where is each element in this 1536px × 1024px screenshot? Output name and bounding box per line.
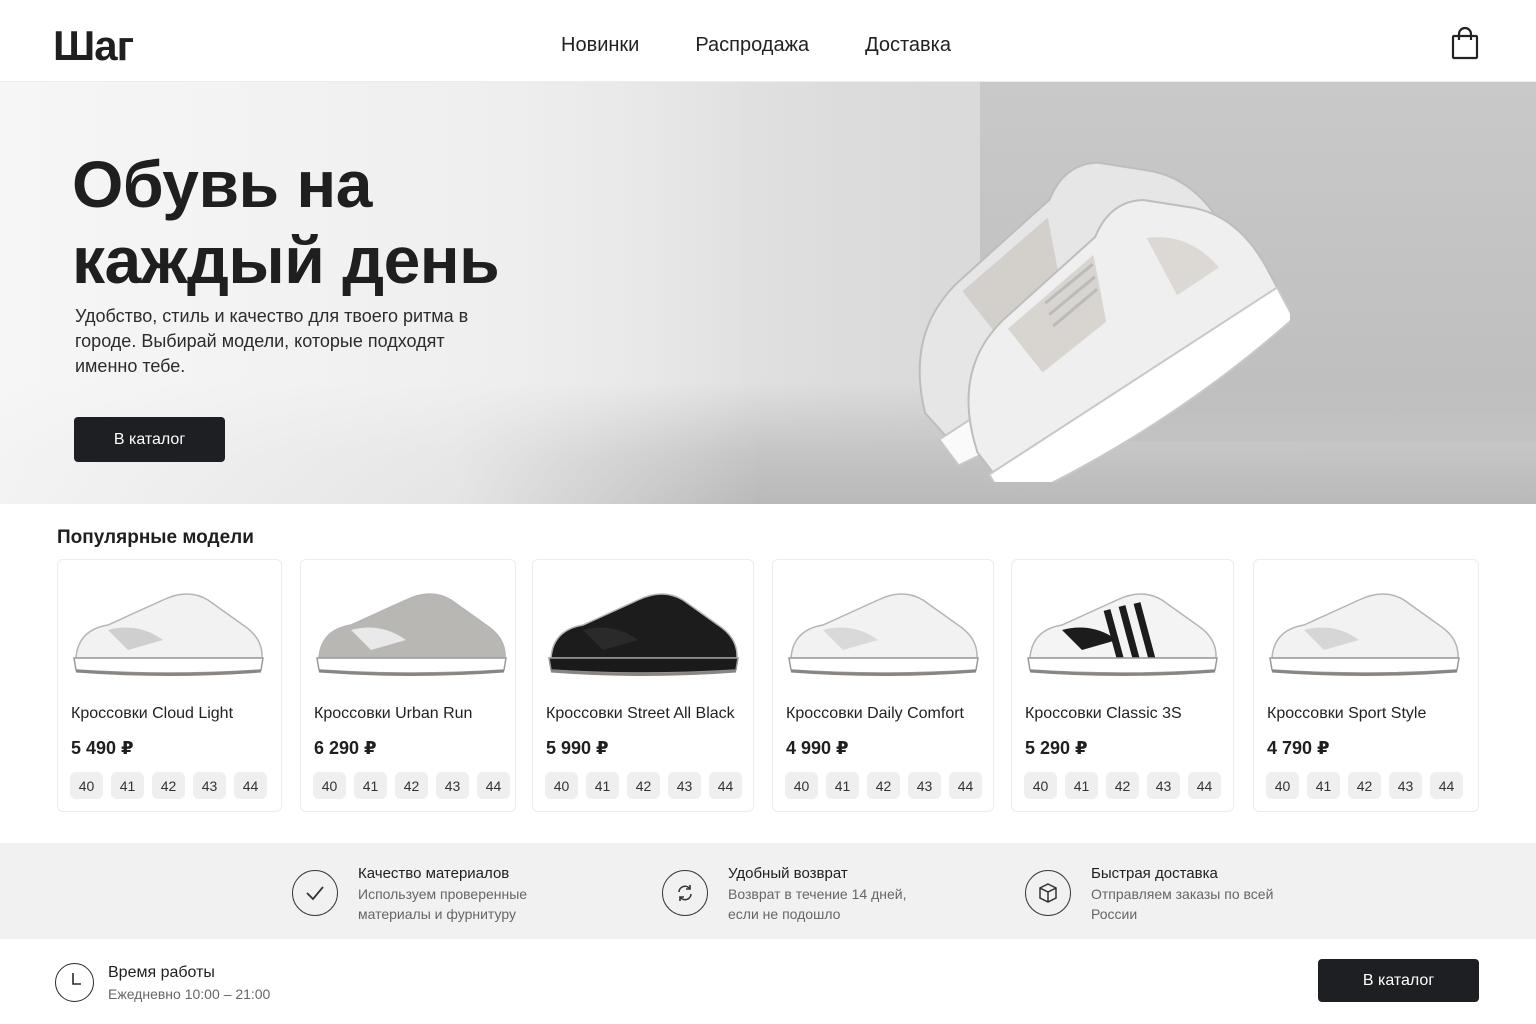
hero-title-line-2: каждый день — [72, 223, 500, 297]
size-options: 40 41 42 43 44 — [1266, 772, 1463, 799]
product-name[interactable]: Кроссовки Street All Black — [546, 705, 735, 723]
bottom-catalog-button[interactable]: В каталог — [1318, 959, 1479, 1002]
size-option[interactable]: 44 — [709, 772, 742, 799]
size-option[interactable]: 43 — [908, 772, 941, 799]
hero-sneakers-image — [918, 161, 1290, 482]
hero-banner: Обувь на каждый день Удобство, стиль и к… — [0, 82, 1536, 504]
product-name[interactable]: Кроссовки Daily Comfort — [786, 705, 964, 723]
size-option[interactable]: 40 — [785, 772, 818, 799]
product-card[interactable]: Кроссовки Urban Run 6 290 ₽ 40 41 42 43 44 — [300, 559, 516, 812]
working-hours-text: Ежедневно 10:00 – 21:00 — [108, 986, 271, 1002]
size-option[interactable]: 43 — [1147, 772, 1180, 799]
size-option[interactable]: 41 — [586, 772, 619, 799]
product-card[interactable]: Кроссовки Street All Black 5 990 ₽40 41 42 4… — [532, 559, 754, 812]
nav-link-new[interactable]: Новинки — [561, 34, 639, 57]
product-name[interactable]: Кроссовки Classic 3S — [1025, 705, 1182, 723]
size-option[interactable]: 41 — [354, 772, 387, 799]
nav-link-sale[interactable]: Распродажа — [695, 34, 809, 57]
feature-text: Используем проверенные материалы и фурни… — [358, 886, 528, 922]
hero-title: Обувь на каждый день — [72, 146, 632, 298]
size-option[interactable]: 40 — [1024, 772, 1057, 799]
product-card[interactable]: Кроссовки Classic 3S 5 290 ₽ 40 41 42 43 44 — [1011, 559, 1234, 812]
shopping-bag-icon[interactable] — [1450, 26, 1482, 62]
product-card[interactable]: Кроссовки Daily Comfort 4 990 ₽ 40 41 42 43 44 — [772, 559, 994, 812]
product-card[interactable]: Кроссовки Sport Style 4 790 ₽ 40 41 42 43 44 — [1253, 559, 1479, 812]
size-option[interactable]: 44 — [234, 772, 267, 799]
working-hours-title: Время работы — [108, 964, 215, 981]
product-image[interactable] — [1264, 570, 1464, 690]
size-option[interactable]: 41 — [111, 772, 144, 799]
nav-link-delivery[interactable]: Доставка — [865, 34, 951, 57]
product-price: 5 990 ₽ — [546, 738, 609, 758]
size-option[interactable]: 42 — [867, 772, 900, 799]
feature-title: Быстрая доставка — [1091, 865, 1218, 882]
site-header: Шаг Новинки Распродажа Доставка — [0, 0, 1536, 82]
size-option[interactable]: 42 — [627, 772, 660, 799]
product-name[interactable]: Кроссовки Urban Run — [314, 705, 472, 723]
feature-text: Отправляем заказы по всей России — [1091, 886, 1274, 922]
product-price: 6 290 ₽ — [314, 738, 377, 758]
size-option[interactable]: 41 — [1065, 772, 1098, 799]
size-option[interactable]: 42 — [1348, 772, 1381, 799]
product-image[interactable] — [68, 570, 268, 690]
check-icon — [292, 870, 338, 916]
size-option[interactable]: 42 — [1106, 772, 1139, 799]
size-option[interactable]: 42 — [395, 772, 428, 799]
size-option[interactable]: 40 — [545, 772, 578, 799]
size-option[interactable]: 40 — [70, 772, 103, 799]
product-image[interactable] — [543, 570, 743, 690]
size-option[interactable]: 41 — [826, 772, 859, 799]
size-options: 40 41 42 43 44 — [545, 772, 742, 799]
size-option[interactable]: 40 — [1266, 772, 1299, 799]
size-option[interactable]: 41 — [1307, 772, 1340, 799]
feature-text: Возврат в течение 14 дней, если не подош… — [728, 886, 907, 922]
product-price: 5 490 ₽ — [71, 738, 134, 758]
product-name[interactable]: Кроссовки Cloud Light — [71, 705, 233, 723]
product-price: 5 290 ₽ — [1025, 738, 1088, 758]
size-option[interactable]: 44 — [949, 772, 982, 799]
hero-subtitle: Удобство, стиль и качество для твоего ри… — [75, 306, 469, 376]
hero-catalog-button[interactable]: В каталог — [74, 417, 225, 462]
product-card[interactable]: Кроссовки Cloud Light 5 490 ₽ 40 41 42 43 44 — [57, 559, 282, 812]
main-nav: Новинки Распродажа Доставка — [561, 34, 951, 57]
product-price: 4 990 ₽ — [786, 738, 849, 758]
size-options: 40 41 42 43 44 — [1024, 772, 1221, 799]
product-image[interactable] — [783, 570, 983, 690]
product-image[interactable] — [1022, 570, 1222, 690]
size-option[interactable]: 44 — [1188, 772, 1221, 799]
popular-section-title: Популярные модели — [57, 527, 254, 548]
product-name[interactable]: Кроссовки Sport Style — [1267, 705, 1426, 723]
feature-title: Качество материалов — [358, 865, 510, 882]
logo[interactable]: Шаг — [53, 22, 134, 70]
return-icon — [662, 870, 708, 916]
features-strip: Качество материалов Используем проверенн… — [0, 843, 1536, 939]
hero-title-line-1: Обувь на — [72, 147, 373, 221]
size-option[interactable]: 42 — [152, 772, 185, 799]
size-option[interactable]: 40 — [313, 772, 346, 799]
product-image[interactable] — [311, 570, 511, 690]
size-option[interactable]: 43 — [436, 772, 469, 799]
size-option[interactable]: 43 — [1389, 772, 1422, 799]
size-option[interactable]: 43 — [193, 772, 226, 799]
clock-icon — [55, 963, 94, 1002]
size-option[interactable]: 43 — [668, 772, 701, 799]
size-option[interactable]: 44 — [477, 772, 510, 799]
box-icon — [1025, 870, 1071, 916]
bottom-bar: Время работы Ежедневно 10:00 – 21:00 В к… — [0, 939, 1536, 1024]
size-option[interactable]: 44 — [1430, 772, 1463, 799]
feature-title: Удобный возврат — [728, 865, 848, 882]
size-options: 40 41 42 43 44 — [785, 772, 982, 799]
product-price: 4 790 ₽ — [1267, 738, 1330, 758]
size-options: 40 41 42 43 44 — [70, 772, 267, 799]
size-options: 40 41 42 43 44 — [313, 772, 510, 799]
